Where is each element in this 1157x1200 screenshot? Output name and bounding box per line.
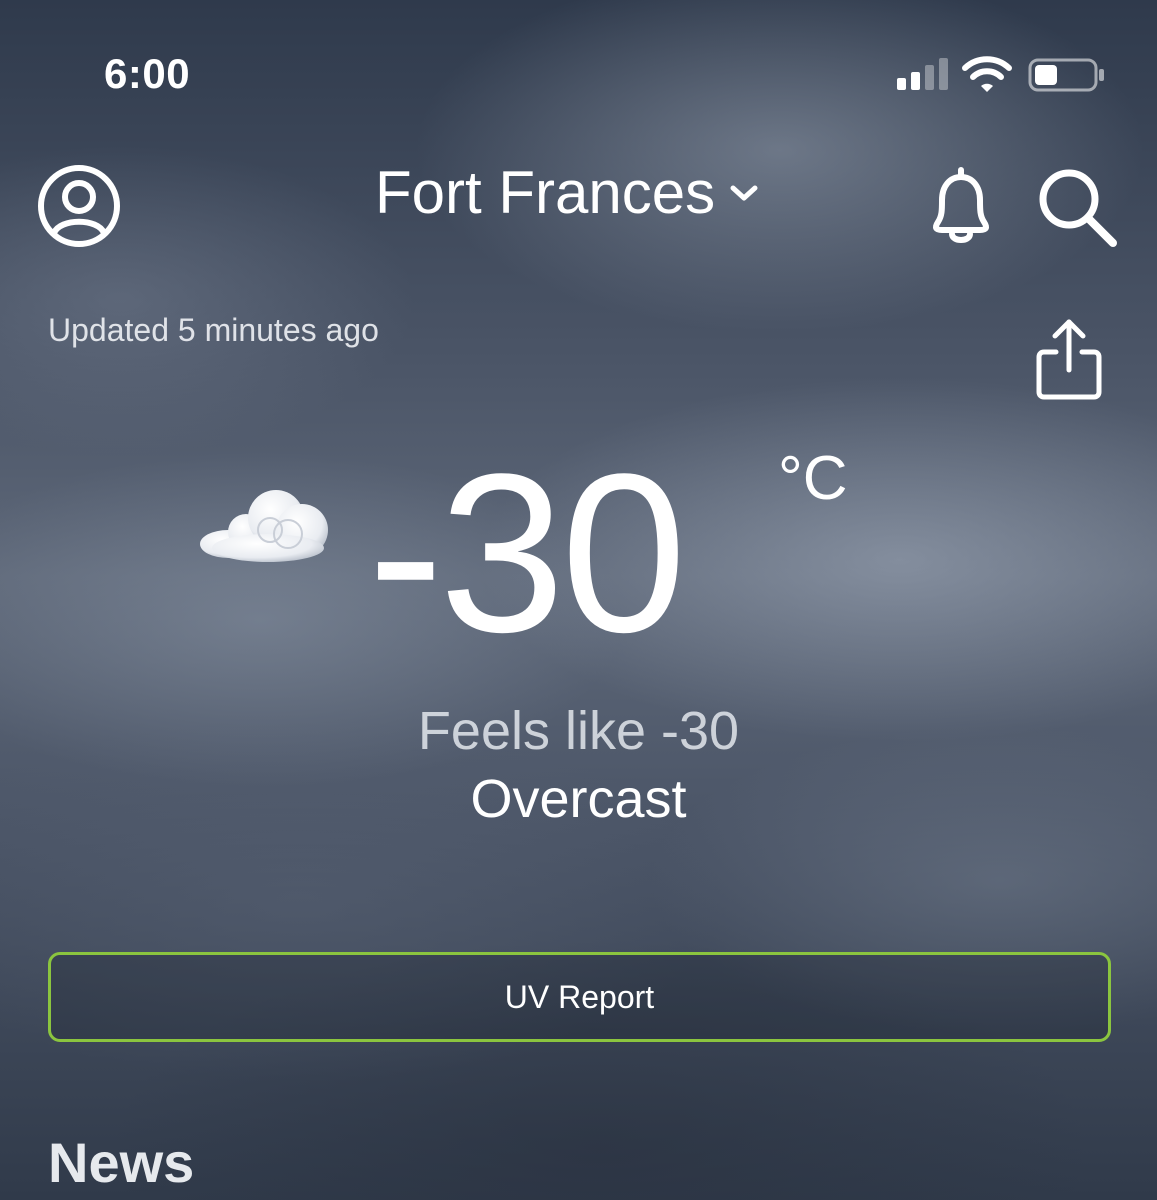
current-temperature: -30 — [368, 426, 687, 679]
battery-icon — [1028, 58, 1104, 92]
chevron-down-icon — [730, 185, 758, 201]
location-selector[interactable]: Fort Frances — [375, 158, 759, 228]
status-bar-time: 6:00 — [104, 50, 191, 97]
last-updated-text: Updated 5 minutes ago — [48, 312, 379, 348]
uv-report-label: UV Report — [504, 978, 655, 1015]
condition-text: Overcast — [470, 769, 687, 829]
uv-report-button[interactable]: UV Report — [48, 952, 1111, 1042]
location-name: Fort Frances — [375, 159, 716, 226]
share-icon[interactable] — [1028, 316, 1110, 404]
bell-icon[interactable] — [918, 162, 1004, 248]
news-heading: News — [48, 1131, 195, 1194]
search-icon[interactable] — [1034, 164, 1120, 250]
cloud-icon — [200, 490, 328, 562]
cellular-signal-icon — [897, 58, 948, 90]
wifi-icon — [962, 56, 1012, 92]
profile-icon[interactable] — [36, 163, 122, 249]
feels-like-text: Feels like -30 — [417, 701, 740, 761]
temperature-unit: °C — [778, 444, 848, 513]
